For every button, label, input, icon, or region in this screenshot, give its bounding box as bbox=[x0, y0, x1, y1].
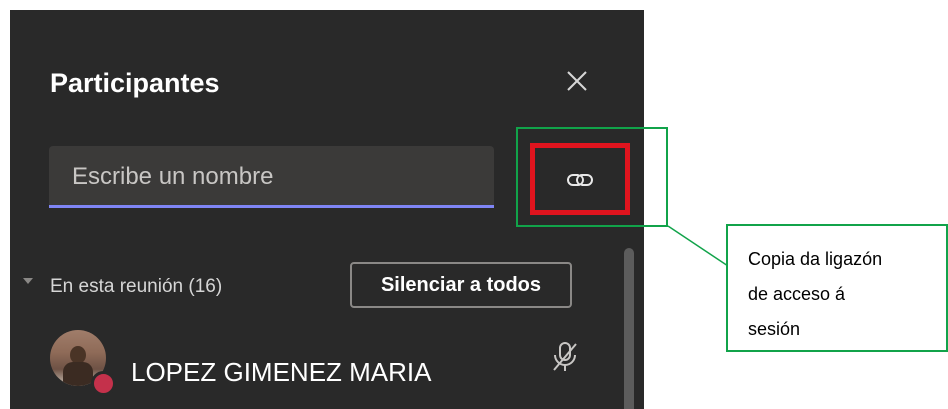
search-input[interactable] bbox=[70, 146, 484, 207]
status-badge bbox=[91, 371, 116, 396]
mute-all-button[interactable]: Silenciar a todos bbox=[350, 262, 572, 308]
callout-line: sesión bbox=[748, 319, 801, 339]
section-label: En esta reunión (16) bbox=[50, 276, 223, 297]
callout-note: Copia da ligazón de acceso á sesión bbox=[726, 224, 948, 352]
participants-panel: Participantes En esta reunión (16) Silen… bbox=[10, 10, 644, 409]
close-icon bbox=[567, 71, 587, 91]
scrollbar[interactable] bbox=[624, 248, 634, 409]
callout-line: Copia da ligazón bbox=[748, 249, 883, 269]
link-icon bbox=[567, 174, 593, 186]
callout-line: de acceso á bbox=[748, 284, 846, 304]
mic-off-icon[interactable] bbox=[550, 340, 580, 374]
search-box bbox=[49, 146, 494, 208]
panel-title: Participantes bbox=[50, 68, 220, 98]
copy-link-button[interactable] bbox=[530, 143, 630, 215]
close-button[interactable] bbox=[560, 64, 594, 98]
participant-name: LOPEZ GIMENEZ MARIA bbox=[131, 357, 432, 387]
chevron-down-icon[interactable] bbox=[23, 278, 33, 284]
